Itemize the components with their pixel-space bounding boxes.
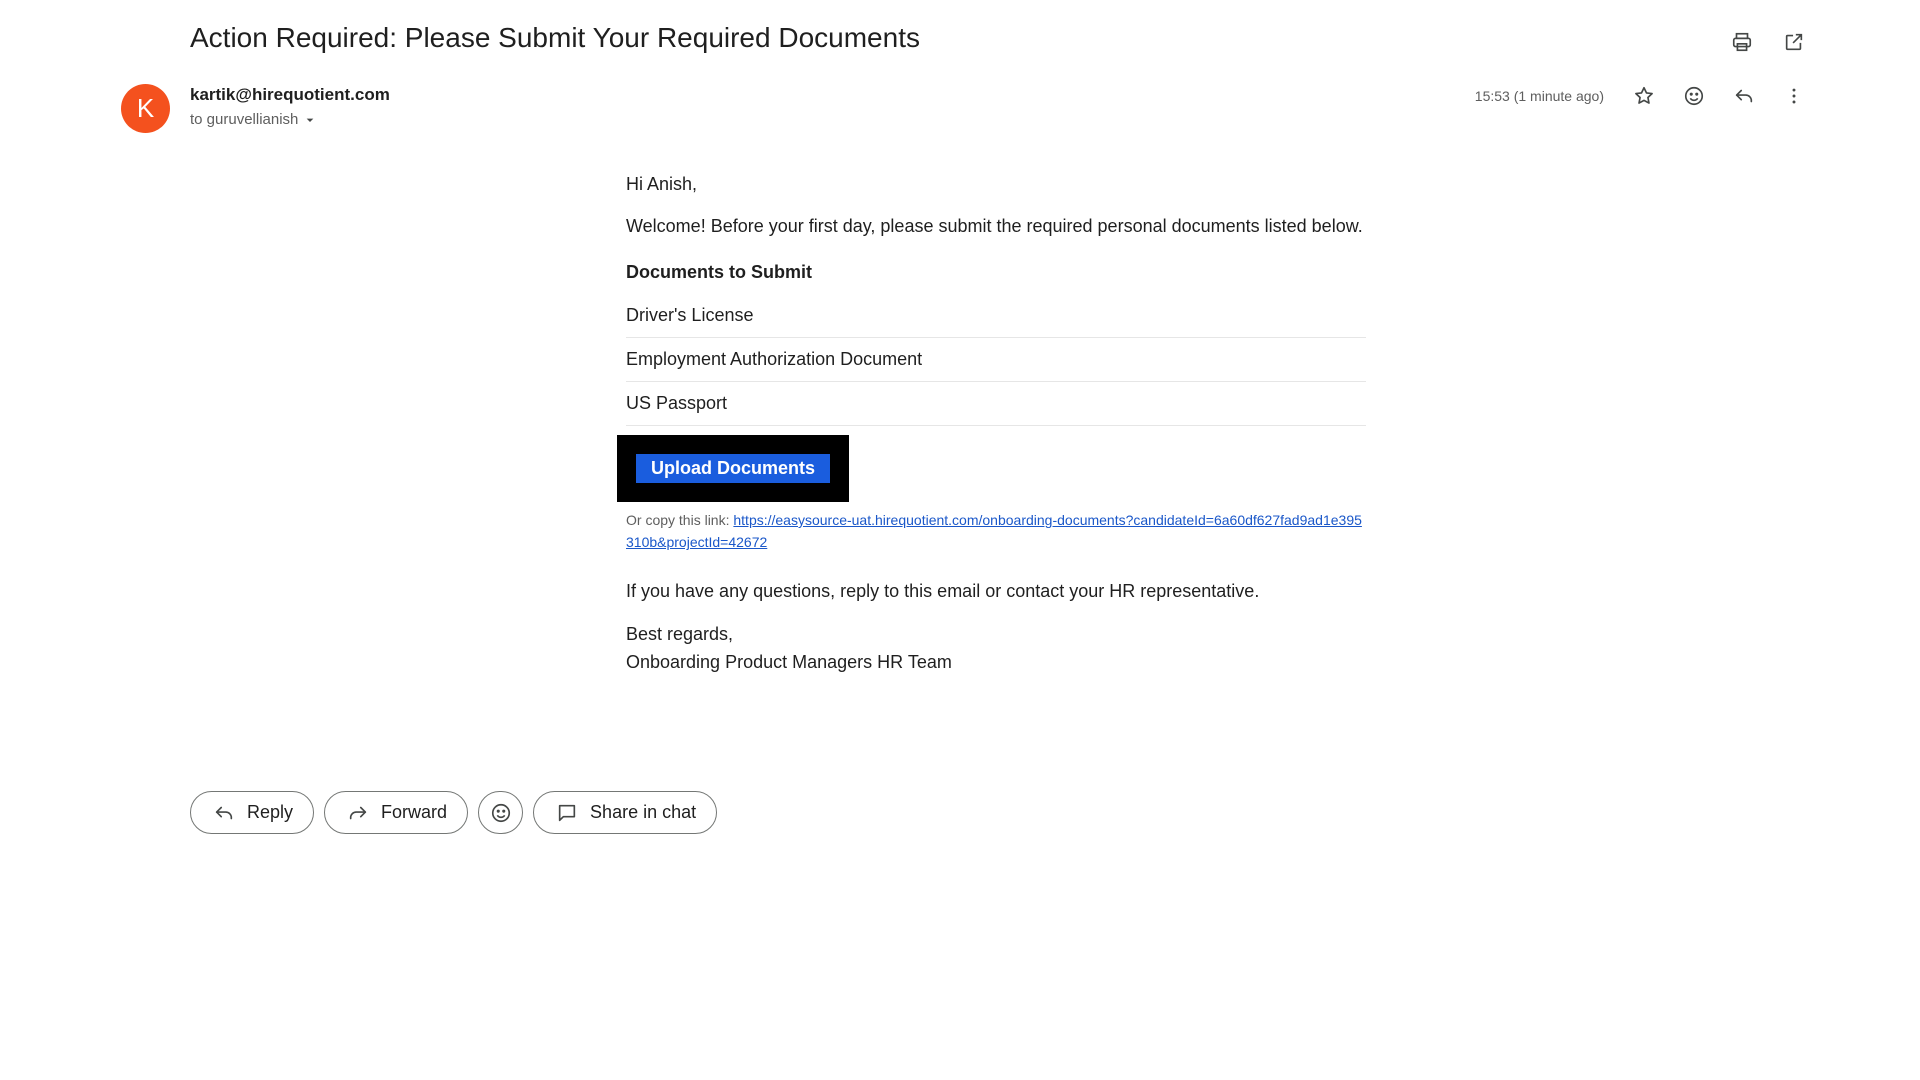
- copy-link-label: Or copy this link:: [626, 512, 730, 528]
- star-button[interactable]: [1628, 80, 1660, 112]
- print-button[interactable]: [1726, 26, 1758, 58]
- recipient-label: to guruvellianish: [190, 111, 299, 128]
- forward-button[interactable]: Forward: [324, 791, 469, 834]
- recipient-details-toggle[interactable]: to guruvellianish: [190, 111, 318, 128]
- reply-icon: [1735, 89, 1753, 103]
- emoji-icon: [491, 803, 510, 822]
- chevron-down-icon: [307, 118, 314, 122]
- documents-list: Driver's License Employment Authorizatio…: [626, 294, 1366, 426]
- upload-button-container: Upload Documents: [617, 435, 849, 502]
- add-reaction-button[interactable]: [1678, 80, 1710, 112]
- more-vert-icon: [1792, 88, 1796, 104]
- upload-documents-button[interactable]: Upload Documents: [635, 454, 830, 483]
- sender-email[interactable]: kartik@hirequotient.com: [190, 85, 390, 105]
- signature: Onboarding Product Managers HR Team: [626, 652, 952, 672]
- forward-icon: [349, 806, 367, 819]
- intro-paragraph: Welcome! Before your first day, please s…: [626, 216, 1363, 236]
- onboarding-documents-link[interactable]: https://easysource-uat.hirequotient.com/…: [626, 512, 1362, 550]
- share-in-chat-button[interactable]: Share in chat: [533, 791, 718, 834]
- emoji-icon: [1684, 86, 1704, 106]
- react-emoji-button[interactable]: [478, 791, 524, 834]
- email-subject: Action Required: Please Submit Your Requ…: [190, 22, 920, 53]
- star-icon: [1635, 86, 1653, 104]
- reply-button-label: Reply: [247, 802, 294, 822]
- document-item: Driver's License: [626, 294, 1366, 338]
- chat-bubble-icon: [558, 804, 576, 821]
- more-options-button[interactable]: [1778, 80, 1810, 112]
- share-in-chat-label: Share in chat: [590, 802, 697, 822]
- print-icon: [1732, 32, 1752, 52]
- forward-button-label: Forward: [381, 802, 448, 822]
- message-meta: 15:53 (1 minute ago): [1475, 80, 1810, 112]
- timestamp: 15:53 (1 minute ago): [1474, 88, 1604, 104]
- reply-icon: [215, 806, 233, 819]
- bottom-actions: Reply Forward Share in chat: [190, 791, 718, 834]
- document-item: US Passport: [626, 382, 1366, 426]
- open-in-new-window-button[interactable]: [1778, 26, 1810, 58]
- reply-icon-button[interactable]: [1728, 80, 1760, 112]
- email-body: Hi Anish, Welcome! Before your first day…: [617, 170, 1366, 676]
- copy-link-line: Or copy this link: https://easysource-ua…: [626, 509, 1366, 553]
- documents-heading: Documents to Submit: [626, 262, 813, 282]
- document-item: Employment Authorization Document: [626, 338, 1366, 382]
- reply-button[interactable]: Reply: [190, 791, 315, 834]
- greeting: Hi Anish,: [626, 174, 698, 194]
- closing-regards: Best regards,: [626, 624, 734, 644]
- questions-paragraph: If you have any questions, reply to this…: [626, 581, 1260, 601]
- top-actions: [1726, 26, 1810, 58]
- sender-avatar[interactable]: K: [121, 84, 170, 133]
- open-in-new-icon: [1785, 33, 1803, 51]
